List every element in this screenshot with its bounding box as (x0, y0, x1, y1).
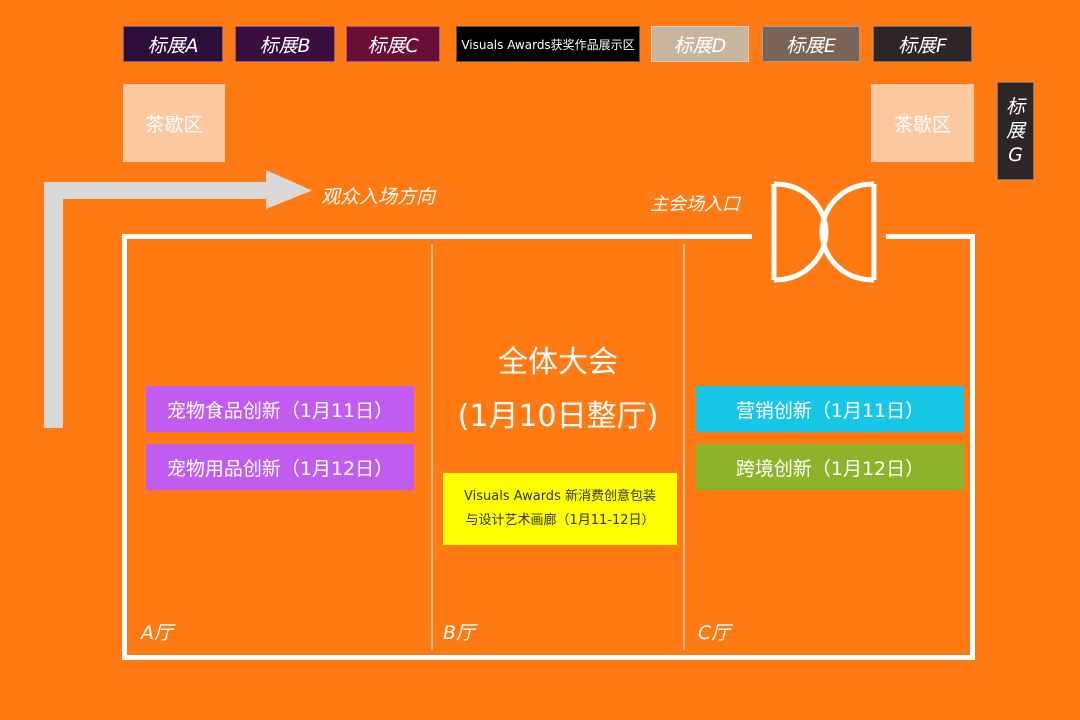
hall-wall-top-left (122, 234, 752, 239)
hall-c-session-1: 营销创新（1月11日） (696, 386, 964, 432)
booth-awards-showcase: Visuals Awards获奖作品展示区 (456, 26, 640, 62)
hall-b-gallery: Visuals Awards 新消费创意包装 与设计艺术画廊（1月11-12日） (443, 473, 677, 545)
booth-g-char-3: G (1008, 144, 1023, 166)
hall-a-session-1: 宠物食品创新（1月11日） (146, 386, 414, 432)
hall-divider-bc (683, 244, 685, 650)
booth-d: 标展D (651, 26, 749, 62)
booth-g-char-1: 标 (1005, 96, 1025, 118)
hall-b-title-line2: (1月10日整厅) (457, 399, 659, 434)
booth-g-char-2: 展 (1005, 120, 1025, 142)
hall-c-session-2: 跨境创新（1月12日） (696, 444, 964, 490)
booth-a: 标展A (123, 26, 223, 62)
tea-break-right: 茶歇区 (871, 84, 974, 162)
hall-b-subtitle: (1月10日整厅) (434, 396, 682, 438)
hall-divider-ab (431, 244, 433, 650)
audience-direction-label: 观众入场方向 (321, 186, 436, 208)
hall-b-title: 全体大会 (434, 342, 682, 384)
hall-a-name: A厅 (141, 622, 173, 644)
booth-b: 标展B (235, 26, 335, 62)
entrance-door-icon (771, 181, 877, 283)
hall-wall-bottom (122, 655, 975, 660)
hall-c-name: C厅 (698, 622, 731, 644)
hall-wall-left (122, 234, 127, 660)
booth-f: 标展F (873, 26, 972, 62)
hall-wall-top-right (886, 234, 975, 239)
booth-g: 标 展 G (997, 82, 1034, 180)
booth-c: 标展C (346, 26, 440, 62)
hall-b-gallery-line1: Visuals Awards 新消费创意包装 (464, 489, 656, 504)
tea-break-left: 茶歇区 (123, 84, 225, 162)
hall-wall-right (970, 234, 975, 660)
main-entrance-label: 主会场入口 (650, 194, 740, 215)
booth-e: 标展E (762, 26, 860, 62)
hall-a-session-2: 宠物用品创新（1月12日） (146, 444, 414, 490)
hall-b-title-line1: 全体大会 (498, 345, 618, 380)
hall-b-name: B厅 (443, 622, 476, 644)
hall-b-gallery-line2: 与设计艺术画廊（1月11-12日） (465, 513, 655, 528)
